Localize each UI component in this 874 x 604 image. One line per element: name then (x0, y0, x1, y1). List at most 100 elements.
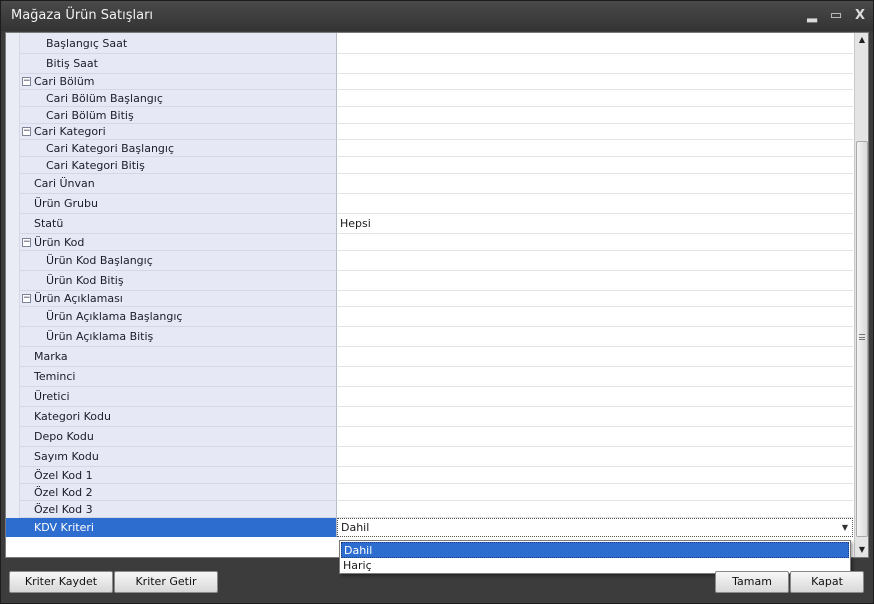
property-row[interactable]: Cari Ünvan (6, 174, 853, 194)
minimize-button[interactable]: ▂ (801, 5, 823, 27)
property-value-cell[interactable] (337, 467, 853, 484)
property-row[interactable]: − Cari Bölüm (6, 74, 853, 90)
kdv-criteria-combo[interactable]: Dahil ▼ (337, 518, 853, 537)
property-name-cell[interactable]: Depo Kodu (20, 427, 337, 447)
property-value-cell[interactable] (337, 447, 853, 467)
property-name-cell[interactable]: Cari Bölüm Bitiş (20, 107, 337, 124)
property-row[interactable]: Üretici (6, 387, 853, 407)
property-name-cell[interactable]: Üretici (20, 387, 337, 407)
property-value-cell[interactable] (337, 271, 853, 291)
property-row[interactable]: − Ürün Açıklaması (6, 291, 853, 307)
property-name-cell[interactable]: Bitiş Saat (20, 54, 337, 74)
property-name-cell[interactable]: Ürün Açıklama Başlangıç (20, 307, 337, 327)
property-name-cell[interactable]: Cari Kategori Başlangıç (20, 140, 337, 157)
property-value-cell[interactable] (337, 107, 853, 124)
property-name-cell[interactable]: Teminci (20, 367, 337, 387)
maximize-button[interactable]: ▭ (825, 5, 847, 27)
property-name-cell[interactable]: Ürün Kod Başlangıç (20, 251, 337, 271)
property-row[interactable]: Ürün Kod Başlangıç (6, 251, 853, 271)
property-value-cell[interactable] (337, 174, 853, 194)
property-name-cell[interactable]: − Ürün Açıklaması (20, 291, 337, 307)
property-value-cell[interactable] (337, 90, 853, 107)
collapse-icon[interactable]: − (22, 77, 31, 86)
property-value-cell[interactable] (337, 157, 853, 174)
kdv-criteria-dropdown-list[interactable]: Dahil Hariç (339, 540, 851, 574)
property-name-cell[interactable]: Cari Bölüm Başlangıç (20, 90, 337, 107)
property-value-cell[interactable] (337, 407, 853, 427)
property-value-cell[interactable] (337, 54, 853, 74)
property-row[interactable]: − Cari Kategori (6, 124, 853, 140)
collapse-icon[interactable]: − (22, 127, 31, 136)
property-name-cell[interactable]: Ürün Açıklama Bitiş (20, 327, 337, 347)
property-name-cell[interactable]: Sayım Kodu (20, 447, 337, 467)
property-name-cell[interactable]: Ürün Kod Bitiş (20, 271, 337, 291)
property-row[interactable]: Cari Bölüm Bitiş (6, 107, 853, 124)
property-row[interactable]: Özel Kod 2 (6, 484, 853, 501)
property-value-cell[interactable] (337, 140, 853, 157)
property-name-cell[interactable]: Cari Kategori Bitiş (20, 157, 337, 174)
property-value-cell[interactable] (337, 291, 853, 307)
property-value-cell[interactable] (337, 194, 853, 214)
property-row[interactable]: Bitiş Saat (6, 54, 853, 74)
scroll-up-arrow-icon[interactable]: ▲ (856, 34, 868, 46)
chevron-down-icon[interactable]: ▼ (842, 519, 848, 537)
property-row[interactable]: Cari Kategori Bitiş (6, 157, 853, 174)
property-value-cell[interactable] (337, 74, 853, 90)
property-value-cell[interactable] (337, 347, 853, 367)
property-row[interactable]: Özel Kod 3 (6, 501, 853, 518)
property-row[interactable]: Statü Hepsi (6, 214, 853, 234)
property-row[interactable]: Ürün Kod Bitiş (6, 271, 853, 291)
dropdown-option-dahil[interactable]: Dahil (341, 542, 849, 558)
property-value-cell[interactable] (337, 33, 853, 54)
property-row[interactable]: − Ürün Kod (6, 234, 853, 251)
property-row[interactable]: Ürün Açıklama Başlangıç (6, 307, 853, 327)
property-name-cell[interactable]: Ürün Grubu (20, 194, 337, 214)
close-window-button[interactable]: X (849, 5, 871, 27)
property-name-cell[interactable]: Özel Kod 2 (20, 484, 337, 501)
scroll-down-arrow-icon[interactable]: ▼ (856, 544, 868, 556)
property-name-cell[interactable]: Özel Kod 3 (20, 501, 337, 518)
title-bar[interactable]: Mağaza Ürün Satışları ▂ ▭ X (1, 1, 873, 31)
property-name-cell[interactable]: Özel Kod 1 (20, 467, 337, 484)
property-name-cell[interactable]: Statü (20, 214, 337, 234)
property-row[interactable]: KDV Kriteri Dahil ▼ (6, 518, 853, 537)
property-name-cell[interactable]: − Ürün Kod (20, 234, 337, 251)
property-row[interactable]: Ürün Grubu (6, 194, 853, 214)
property-row[interactable]: Sayım Kodu (6, 447, 853, 467)
collapse-icon[interactable]: − (22, 237, 31, 247)
property-row[interactable]: Marka (6, 347, 853, 367)
property-value-cell[interactable] (337, 387, 853, 407)
property-name-cell[interactable]: Cari Ünvan (20, 174, 337, 194)
vertical-scrollbar[interactable]: ▲ ▼ (854, 33, 868, 557)
property-value-cell[interactable] (337, 327, 853, 347)
property-row[interactable]: Ürün Açıklama Bitiş (6, 327, 853, 347)
property-row[interactable]: Cari Bölüm Başlangıç (6, 90, 853, 107)
property-value-cell[interactable] (337, 484, 853, 501)
property-row[interactable]: Kategori Kodu (6, 407, 853, 427)
property-value-cell[interactable] (337, 124, 853, 140)
get-criteria-button[interactable]: Kriter Getir (114, 571, 218, 593)
property-value-cell[interactable] (337, 367, 853, 387)
property-row[interactable]: Başlangıç Saat (6, 33, 853, 54)
property-name-cell[interactable]: − Cari Kategori (20, 124, 337, 140)
property-row[interactable]: Cari Kategori Başlangıç (6, 140, 853, 157)
property-name-cell[interactable]: − Cari Bölüm (20, 74, 337, 90)
property-row[interactable]: Depo Kodu (6, 427, 853, 447)
property-row[interactable]: Teminci (6, 367, 853, 387)
property-value-cell[interactable] (337, 427, 853, 447)
property-value-cell[interactable] (337, 251, 853, 271)
property-name-cell[interactable]: Marka (20, 347, 337, 367)
save-criteria-button[interactable]: Kriter Kaydet (9, 571, 113, 593)
property-name-cell[interactable]: KDV Kriteri (20, 518, 337, 537)
property-value-cell[interactable]: Hepsi (337, 214, 853, 234)
property-name-cell[interactable]: Kategori Kodu (20, 407, 337, 427)
ok-button[interactable]: Tamam (715, 571, 789, 593)
property-value-cell[interactable] (337, 234, 853, 251)
property-value-cell[interactable] (337, 501, 853, 518)
collapse-icon[interactable]: − (22, 294, 31, 303)
property-name-cell[interactable]: Başlangıç Saat (20, 33, 337, 54)
property-value-cell[interactable] (337, 307, 853, 327)
close-button[interactable]: Kapat (790, 571, 864, 593)
scroll-thumb[interactable] (856, 141, 868, 537)
property-row[interactable]: Özel Kod 1 (6, 467, 853, 484)
